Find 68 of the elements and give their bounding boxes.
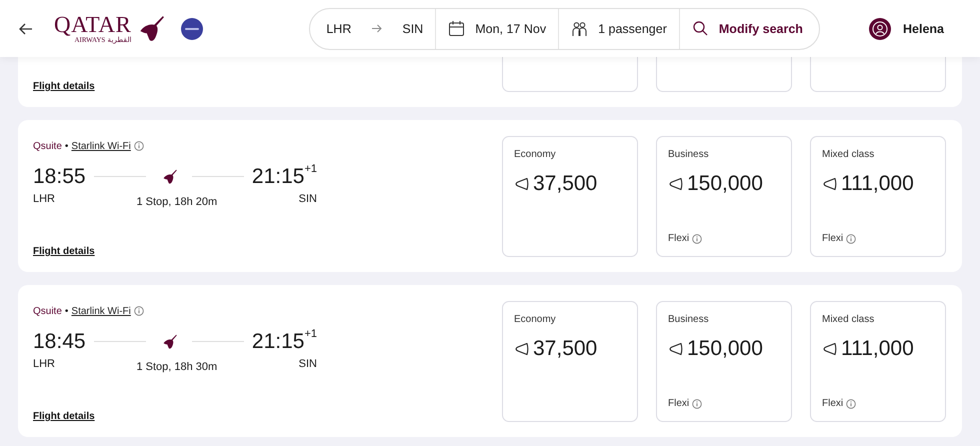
destination-code: SIN [402,22,424,36]
alliance-logo-icon [181,18,204,40]
fare-price: 150,000 [687,172,763,196]
fare-type: Flexi [822,398,844,409]
fare-card[interactable]: Mixed class 111,000 Flexi [810,136,946,257]
fare-price: 150,000 [687,337,763,361]
separator-dot: • [64,140,68,152]
right-arrow-icon [371,23,382,34]
info-icon[interactable] [846,234,856,244]
separator-dot: • [64,306,68,316]
fare-type: Flexi [668,398,690,409]
info-icon[interactable] [692,398,702,408]
fare-price: 111,000 [841,337,914,361]
cabin-class-label: Business [668,314,710,325]
avios-icon [822,341,838,357]
info-icon[interactable] [134,306,144,316]
fare-card[interactable]: Mixed class 111,000 Flexi [810,301,946,422]
user-name[interactable]: Helena [903,22,944,36]
fare-price: 111,000 [841,172,914,196]
flight-details-link[interactable]: Flight details [33,81,95,92]
info-icon[interactable] [692,234,702,244]
people-icon [571,20,588,37]
cabin-label: Qsuite [33,140,62,152]
cabin-class-label: Mixed class [822,314,876,325]
avios-icon [514,176,530,192]
fare-card[interactable]: Economy 37,500 [502,301,638,422]
avios-icon [514,341,530,357]
cabin-class-label: Mixed class [822,149,876,160]
flight-details-link[interactable]: Flight details [33,411,95,422]
departure-time: 18:45 [33,331,86,352]
stops-duration: 1 Stop, 18h 20m [136,196,218,208]
cabin-class-label: Economy [514,314,557,325]
avios-icon [668,176,684,192]
modify-search-button[interactable]: Modify search [718,22,803,36]
fare-type: Flexi [668,233,690,244]
origin-code: LHR [33,358,56,370]
info-icon[interactable] [846,398,856,408]
wifi-link[interactable]: Starlink Wi-Fi [71,140,131,152]
wifi-link[interactable]: Starlink Wi-Fi [71,306,131,316]
avios-icon [668,341,684,357]
fare-price: 37,500 [533,337,598,361]
cabin-class-label: Business [668,149,710,160]
departure-time: 18:55 [33,166,86,187]
fare-price: 37,500 [533,172,598,196]
avios-icon [822,176,838,192]
cabin-label: Qsuite [33,306,62,316]
search-summary-bar[interactable]: LHR SIN Mon, 17 Nov 1 passenger Modify search [309,8,820,50]
fare-type: Flexi [822,233,844,244]
stops-duration: 1 Stop, 18h 30m [136,361,218,373]
fare-card[interactable]: Business 150,000 Flexi [656,301,792,422]
avatar-icon[interactable] [869,18,891,40]
info-icon[interactable] [134,141,144,151]
search-icon [692,20,709,37]
arrival-time: 21:15$^{+1}$ [252,331,318,352]
destination-code: SIN [298,358,317,370]
origin-code: LHR [33,193,56,205]
cabin-class-label: Economy [514,149,557,160]
logo-wordmark: QATAR [54,13,132,36]
travel-date: Mon, 17 Nov [475,22,546,36]
fare-card[interactable]: Business 150,000 Flexi [656,136,792,257]
passenger-count: 1 passenger [598,22,667,36]
destination-code: SIN [298,193,317,205]
flight-details-link[interactable]: Flight details [33,246,95,257]
fare-card[interactable]: Economy 37,500 [502,136,638,257]
arrival-time: 21:15$^{+1}$ [252,166,318,187]
back-arrow-icon[interactable] [18,20,34,36]
calendar-icon [448,20,466,37]
origin-code: LHR [326,22,352,36]
